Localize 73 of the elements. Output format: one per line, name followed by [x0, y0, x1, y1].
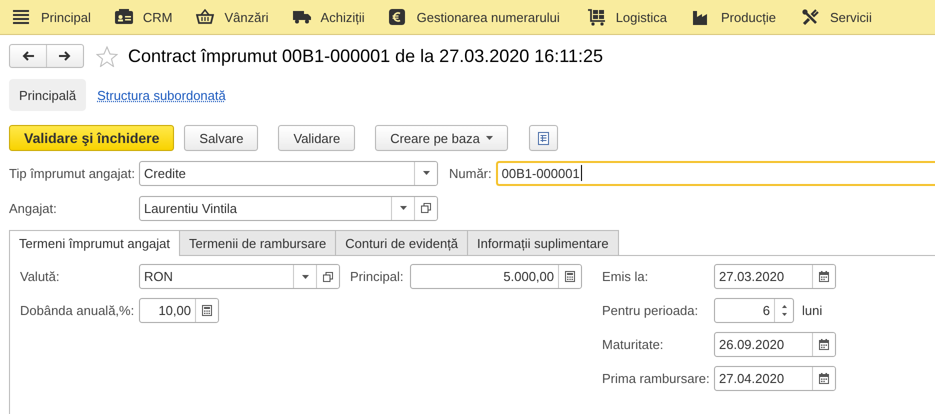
left-arrow-icon — [22, 51, 34, 61]
star-icon[interactable] — [96, 46, 118, 66]
number-field[interactable]: 10,00 — [139, 298, 219, 323]
menu-item[interactable]: Servicii — [802, 8, 872, 26]
field-label: Emis la: — [602, 269, 650, 284]
menu-item[interactable]: Principal — [13, 8, 91, 26]
calculator-icon — [202, 305, 212, 316]
spin-up-button[interactable] — [782, 305, 786, 308]
text-field[interactable]: 00B1-000001 — [496, 160, 935, 186]
menu-item[interactable]: Producție — [693, 8, 776, 26]
menu-item[interactable]: Logistica — [588, 8, 668, 26]
field-label: Angajat: — [9, 200, 58, 216]
tab[interactable]: Termenii de rambursare — [179, 230, 336, 255]
calculator-button[interactable] — [195, 299, 218, 322]
dropdown-button[interactable]: Creare pe baza — [375, 125, 508, 151]
tab[interactable]: Termeni împrumut angajat — [9, 230, 180, 256]
menu-item[interactable]: CRM — [114, 8, 172, 26]
document-title: Contract împrumut 00B1-000001 de la 27.03.2020 16:11:25 — [128, 46, 603, 66]
button[interactable]: Salvare — [184, 125, 258, 151]
menu-item[interactable]: Vânzări — [196, 8, 269, 26]
open-button[interactable] — [414, 196, 437, 220]
field-label: Tip împrumut angajat: — [9, 166, 136, 180]
tab[interactable]: Informații suplimentare — [467, 230, 619, 255]
id-card-icon — [114, 8, 133, 26]
caret-icon — [422, 171, 430, 175]
field-label: Maturitate: — [602, 337, 664, 352]
dropdown-field[interactable]: Laurentiu Vintila — [139, 196, 438, 220]
unit-label: luni — [802, 303, 822, 318]
caret-icon — [302, 274, 308, 278]
calendar-icon — [819, 339, 829, 350]
dropdown-button[interactable] — [414, 162, 437, 184]
field-label: Valută: — [20, 269, 61, 284]
calculator-icon — [565, 271, 575, 282]
field-label: Principal: — [350, 269, 404, 284]
dropdown-field[interactable]: Credite — [139, 160, 438, 186]
field-label: Număr: — [449, 166, 492, 180]
tab[interactable]: Conturi de evidență — [335, 230, 468, 255]
truck-icon — [292, 8, 311, 26]
calendar-button[interactable] — [812, 333, 835, 356]
calculator-button[interactable] — [558, 265, 581, 288]
open-window-icon — [421, 203, 431, 213]
calendar-icon — [819, 373, 829, 384]
field-label: Dobânda anuală,%: — [20, 303, 136, 318]
number-field[interactable]: 6 — [714, 298, 794, 323]
cart-icon — [588, 8, 606, 26]
calendar-icon — [819, 271, 829, 282]
document-icon — [538, 132, 549, 144]
right-arrow-icon — [59, 51, 71, 61]
field-label: Pentru perioada: — [602, 303, 700, 318]
calendar-button[interactable] — [812, 265, 835, 288]
date-field[interactable]: 27.04.2020 — [714, 366, 836, 391]
menu-item[interactable]: Achiziții — [292, 8, 365, 26]
caret-icon — [486, 136, 493, 140]
open-window-icon — [323, 272, 333, 282]
section-link[interactable]: Structura subordonată — [97, 79, 226, 111]
button[interactable]: Validare — [278, 125, 356, 151]
date-field[interactable]: 27.03.2020 — [714, 264, 836, 289]
field-label: Prima rambursare: — [602, 371, 711, 386]
euro-icon — [388, 8, 407, 26]
caret-icon — [400, 206, 406, 210]
number-field[interactable]: 5.000,00 — [410, 264, 582, 289]
submit-button[interactable]: Validare şi închidere — [9, 125, 174, 151]
section-tab[interactable]: Principală — [9, 79, 86, 111]
menu-icon — [13, 8, 31, 26]
open-button[interactable] — [316, 265, 339, 288]
calendar-button[interactable] — [812, 367, 835, 390]
tools-icon — [802, 8, 820, 26]
menu-item[interactable]: Gestionarea numerarului — [388, 8, 560, 26]
date-field[interactable]: 26.09.2020 — [714, 332, 836, 357]
report-button[interactable] — [528, 125, 558, 151]
spin-down-button[interactable] — [782, 313, 786, 316]
dropdown-field[interactable]: RON — [139, 264, 340, 289]
basket-icon — [196, 8, 214, 26]
